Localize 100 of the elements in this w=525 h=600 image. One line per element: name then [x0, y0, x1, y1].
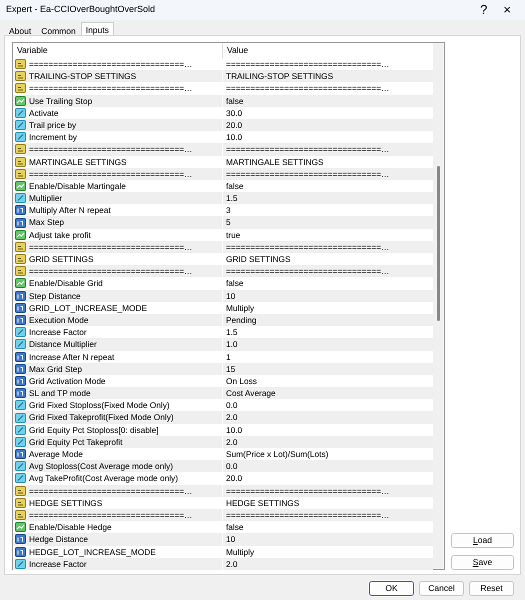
variable-name: Increase After N repeat [29, 350, 114, 363]
number-type-icon [15, 436, 26, 447]
number-type-icon [15, 132, 26, 142]
integer-type-icon [15, 364, 26, 374]
variable-value[interactable]: ================================… [223, 58, 390, 70]
close-button[interactable]: × [495, 1, 519, 19]
variable-name: Max Grid Step [29, 362, 82, 375]
scrollbar-thumb[interactable] [437, 166, 440, 321]
window-title: Expert - Ea-CCIOverBoughtOverSold [6, 3, 156, 16]
variable-value[interactable]: ================================… [223, 508, 390, 522]
variable-value[interactable]: 3 [223, 204, 231, 216]
variable-value[interactable]: false [223, 180, 244, 192]
variable-value[interactable]: 1.5 [223, 326, 238, 338]
variable-name: ================================… [29, 265, 192, 278]
dialog-button[interactable]: Cancel [419, 581, 464, 596]
variable-value[interactable]: 2.0 [223, 558, 238, 570]
column-header[interactable]: Value [223, 43, 248, 58]
help-button[interactable]: ? [472, 1, 496, 19]
variable-name: Average Mode [29, 448, 83, 460]
variable-value[interactable]: 10 [223, 290, 236, 302]
variable-name: Grid Fixed Stoploss(Fixed Mode Only) [29, 399, 170, 412]
variable-value[interactable]: 30.0 [223, 106, 242, 119]
variable-value[interactable]: Multiply [223, 546, 254, 558]
variable-name: Grid Equity Pct Takeprofit [29, 436, 122, 448]
integer-type-icon [15, 534, 26, 544]
variable-name: ================================… [29, 240, 192, 254]
variable-value[interactable]: On Loss [223, 374, 257, 388]
variable-name: Grid Equity Pct Stoploss[0: disable] [29, 424, 159, 436]
variable-value[interactable]: false [223, 521, 244, 534]
variable-name: Max Step [29, 216, 64, 229]
number-type-icon [15, 473, 26, 484]
variable-value[interactable]: Multiply [223, 302, 254, 314]
variable-value[interactable]: TRAILING-STOP SETTINGS [223, 70, 334, 82]
variable-name: Enable/Disable Martingale [29, 180, 126, 192]
variable-name: Execution Mode [29, 314, 88, 326]
text-type-icon [15, 156, 26, 167]
variable-value[interactable]: 0.0 [223, 399, 238, 412]
side-button[interactable]: Save [451, 555, 514, 570]
variable-value[interactable]: 10 [223, 533, 236, 546]
variable-name: Trail price by [29, 118, 76, 132]
variable-name: Enable/Disable Grid [29, 277, 103, 290]
variable-value[interactable]: 0.0 [223, 460, 238, 472]
variable-value[interactable]: ================================… [223, 484, 390, 497]
variable-value[interactable]: true [223, 228, 240, 241]
number-type-icon [15, 327, 26, 338]
variable-value[interactable]: 15 [223, 362, 236, 375]
variable-name: Multiplier [29, 192, 62, 204]
tab[interactable]: About [4, 24, 36, 35]
variable-value[interactable]: Cost Average [223, 387, 276, 400]
variable-name: Distance Multiplier [29, 338, 97, 351]
variable-value[interactable]: 1 [223, 350, 231, 363]
variable-name: Grid Fixed Takeprofit(Fixed Mode Only) [29, 411, 174, 424]
dialog-button[interactable]: Reset [469, 581, 514, 596]
variable-value[interactable]: 5 [223, 216, 231, 229]
variable-value[interactable]: 2.0 [223, 436, 238, 448]
integer-type-icon [15, 449, 26, 460]
variable-value[interactable]: ================================… [223, 82, 390, 95]
variable-value[interactable]: ================================… [223, 240, 390, 253]
variable-value[interactable]: false [223, 94, 244, 107]
number-type-icon [15, 400, 26, 410]
scrollbar[interactable] [433, 43, 444, 569]
integer-type-icon [15, 546, 26, 557]
chart-line-icon [15, 96, 26, 106]
variable-value[interactable]: 1.5 [223, 192, 238, 204]
side-button[interactable]: Load [451, 533, 514, 548]
variable-value[interactable]: ================================… [223, 143, 390, 156]
column-header[interactable]: Variable [13, 43, 223, 58]
variable-value[interactable]: HEDGE SETTINGS [223, 496, 300, 509]
variable-value[interactable]: Sum(Price x Lot)/Sum(Lots) [223, 448, 328, 460]
dialog-button[interactable]: OK [369, 581, 414, 596]
text-type-icon [15, 83, 26, 94]
variable-value[interactable]: GRID SETTINGS [223, 253, 291, 266]
number-type-icon [15, 412, 26, 423]
variable-value[interactable]: MARTINGALE SETTINGS [223, 156, 324, 168]
integer-type-icon [15, 290, 26, 301]
variable-name: Adjust take profit [29, 228, 91, 241]
variable-name: Increase Factor [29, 558, 87, 570]
tab[interactable]: Inputs [80, 22, 114, 35]
variable-name: Step Distance [29, 290, 81, 302]
variable-value[interactable]: ================================… [223, 265, 390, 278]
variable-value[interactable]: ================================… [223, 168, 390, 180]
integer-type-icon [15, 218, 26, 228]
variable-value[interactable]: 10.0 [223, 131, 242, 144]
tab[interactable]: Common [36, 24, 81, 35]
variable-value[interactable]: 1.0 [223, 338, 238, 350]
variable-value[interactable]: 2.0 [223, 411, 238, 424]
text-type-icon [15, 510, 26, 520]
variable-value[interactable]: 20.0 [223, 118, 242, 132]
text-type-icon [15, 254, 26, 264]
variable-value[interactable]: false [223, 277, 244, 290]
variable-value[interactable]: 10.0 [223, 424, 242, 436]
text-type-icon [15, 486, 26, 496]
variable-name: Multiply After N repeat [29, 204, 111, 216]
variable-value[interactable]: Pending [223, 314, 256, 326]
variable-name: Use Trailing Stop [29, 94, 92, 107]
variable-value[interactable]: 20.0 [223, 472, 242, 485]
variable-name: ================================… [29, 82, 192, 95]
integer-type-icon [15, 302, 26, 313]
text-type-icon [15, 498, 26, 508]
number-type-icon [15, 120, 26, 130]
